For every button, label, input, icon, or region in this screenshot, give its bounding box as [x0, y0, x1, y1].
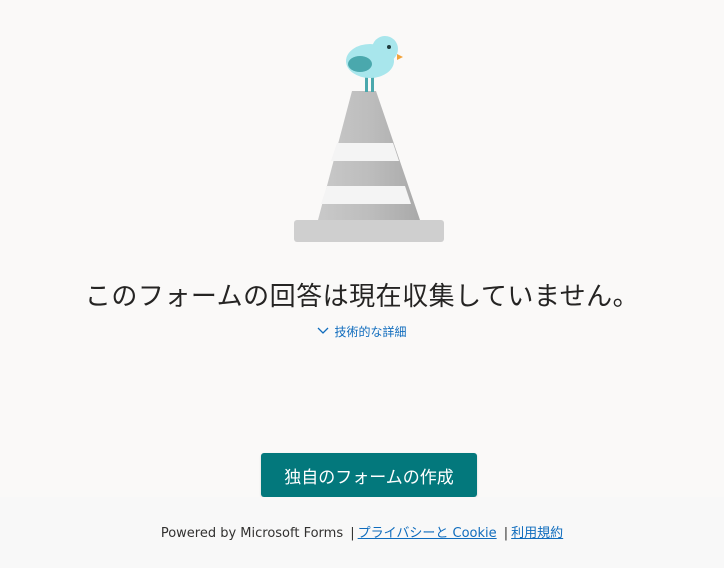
- traffic-cone-icon: [294, 36, 444, 242]
- chevron-down-icon: [317, 324, 329, 338]
- footer-separator: |: [503, 526, 509, 541]
- status-message: このフォームの回答は現在収集していません。: [84, 282, 640, 312]
- technical-details-label: 技術的な詳細: [334, 325, 407, 339]
- page: このフォームの回答は現在収集していません。 技術的な詳細 独自のフォームの作成 …: [0, 0, 724, 568]
- privacy-cookie-link[interactable]: プライバシーと Cookie: [358, 526, 497, 541]
- unavailable-illustration: [290, 34, 450, 246]
- footer: Powered by Microsoft Forms | プライバシーと Cook…: [0, 497, 724, 568]
- bird-icon: [346, 36, 403, 78]
- footer-separator: |: [350, 526, 355, 541]
- terms-of-use-link[interactable]: 利用規約: [511, 526, 563, 541]
- create-own-form-button[interactable]: 独自のフォームの作成: [261, 453, 477, 497]
- technical-details-toggle[interactable]: 技術的な詳細: [0, 323, 724, 340]
- footer-links: Powered by Microsoft Forms | プライバシーと Cook…: [0, 522, 724, 541]
- powered-by-text: Powered by Microsoft Forms: [160, 526, 344, 541]
